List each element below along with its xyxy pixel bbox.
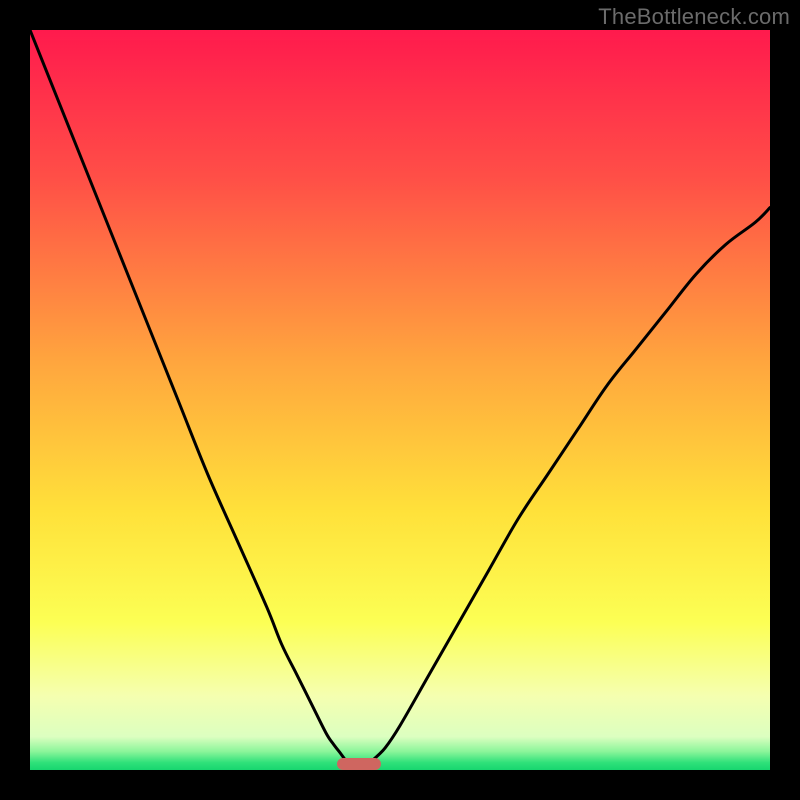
- plot-area: [30, 30, 770, 770]
- bottleneck-curve: [30, 30, 770, 770]
- series-left-curve: [30, 30, 345, 759]
- chart-frame: TheBottleneck.com: [0, 0, 800, 800]
- optimal-marker: [337, 758, 381, 770]
- watermark-text: TheBottleneck.com: [598, 4, 790, 30]
- series-right-curve: [374, 208, 770, 759]
